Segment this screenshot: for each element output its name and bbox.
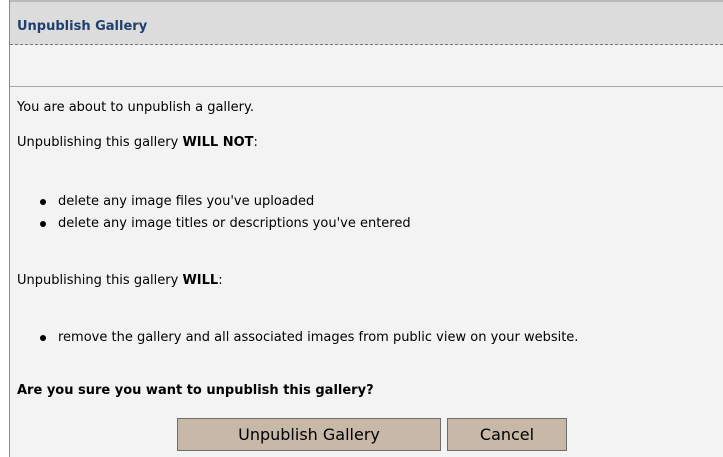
- dialog-title: Unpublish Gallery: [17, 19, 148, 34]
- list-item-text: delete any image titles or descriptions …: [58, 216, 411, 231]
- cancel-button[interactable]: Cancel: [447, 418, 567, 451]
- list-item: delete any image titles or descriptions …: [40, 216, 411, 231]
- will-prefix: Unpublishing this gallery: [17, 273, 183, 288]
- will-not-prefix: Unpublishing this gallery: [17, 135, 183, 150]
- bullet-icon: [40, 221, 46, 227]
- dialog-title-bar: Unpublish Gallery: [10, 0, 723, 45]
- list-item: remove the gallery and all associated im…: [40, 330, 579, 345]
- will-not-emphasis: WILL NOT: [182, 135, 254, 150]
- dialog-spacer: [10, 45, 723, 87]
- list-item-text: remove the gallery and all associated im…: [58, 330, 579, 345]
- unpublish-gallery-dialog: Unpublish Gallery You are about to unpub…: [9, 0, 723, 457]
- will-emphasis: WILL: [182, 273, 219, 288]
- list-item-text: delete any image files you've uploaded: [58, 194, 315, 209]
- intro-text: You are about to unpublish a gallery.: [17, 100, 254, 115]
- will-heading: Unpublishing this gallery WILL:: [17, 273, 223, 288]
- list-item: delete any image files you've uploaded: [40, 194, 315, 209]
- unpublish-gallery-button[interactable]: Unpublish Gallery: [177, 418, 441, 451]
- will-not-suffix: :: [253, 135, 258, 150]
- will-not-heading: Unpublishing this gallery WILL NOT:: [17, 135, 258, 150]
- bullet-icon: [40, 335, 46, 341]
- confirm-question: Are you sure you want to unpublish this …: [17, 383, 374, 398]
- bullet-icon: [40, 199, 46, 205]
- will-suffix: :: [218, 273, 223, 288]
